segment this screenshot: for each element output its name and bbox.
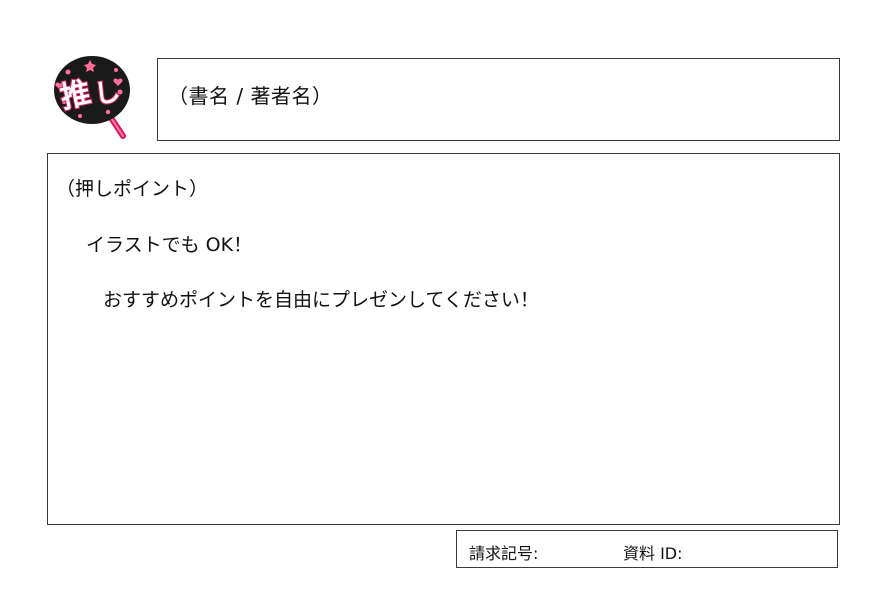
svg-text:し: し	[92, 77, 122, 110]
title-author-box[interactable]: （書名 / 著者名）	[157, 58, 840, 141]
oshi-uchiwa-fan-icon: 推 し	[50, 52, 136, 142]
material-id-label: 資料 ID:	[623, 544, 683, 563]
present-freely-text: おすすめポイントを自由にプレゼンしてください！	[103, 289, 539, 311]
recommendation-heading: （押しポイント）	[56, 178, 209, 200]
catalog-info-box: 請求記号: 資料 ID:	[456, 530, 838, 568]
illustration-ok-text: イラストでも OK！	[86, 234, 253, 256]
call-number-label: 請求記号:	[469, 544, 539, 563]
recommendation-points-box[interactable]: （押しポイント） イラストでも OK！ おすすめポイントを自由にプレゼンしてくだ…	[47, 153, 840, 525]
title-author-placeholder: （書名 / 著者名）	[168, 84, 333, 108]
